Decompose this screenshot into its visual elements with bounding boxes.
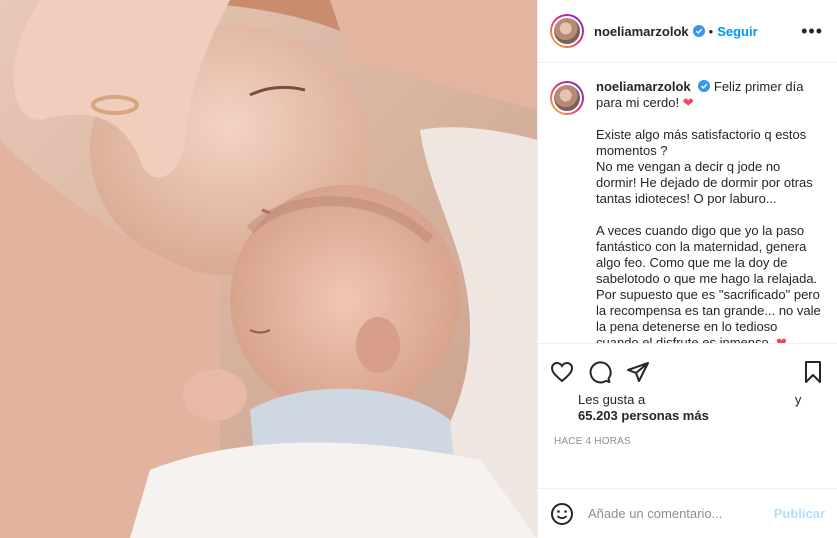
caption-avatar[interactable] [550,81,584,115]
publish-button[interactable]: Publicar [774,506,825,521]
header-username[interactable]: noeliamarzolok [594,24,689,39]
caption-text: noeliamarzolok Feliz primer día para mi … [596,79,823,343]
emoji-icon[interactable] [550,502,574,526]
verified-icon [692,25,705,37]
likes-and: y [794,392,802,407]
caption-paragraph-3-text: A veces cuando digo que yo la paso fantá… [596,223,821,343]
comment-input[interactable] [588,506,774,521]
post-photo-image [0,0,537,538]
heart-icon[interactable] [550,360,574,384]
avatar[interactable] [550,14,584,48]
separator-dot: • [708,23,714,39]
caption-paragraph-2: Existe algo más satisfactorio q estos mo… [596,127,813,206]
likes-count[interactable]: 65.203 personas más [578,408,709,423]
heart-emoji: ❤ [682,95,694,110]
heart-emoji: ❤ [775,335,787,343]
likes-text: Les gusta a 65.203 personas más [578,392,709,424]
comment-icon[interactable] [588,360,612,384]
share-icon[interactable] [626,360,650,384]
likes-prefix: Les gusta a [578,392,646,407]
follow-button[interactable]: Seguir [717,24,757,39]
post-photo[interactable] [0,0,537,538]
comment-bar: Publicar [538,488,837,538]
bookmark-icon[interactable] [801,360,825,384]
verified-icon [698,80,711,92]
caption-username[interactable]: noeliamarzolok [596,79,691,94]
post-header: noeliamarzolok • Seguir ••• [538,0,837,63]
post-actions: Les gusta a 65.203 personas más y Hace 4… [538,343,837,488]
post-timestamp[interactable]: Hace 4 horas [550,436,825,447]
post-side-panel: noeliamarzolok • Seguir ••• noeliamarzol… [537,0,837,538]
caption-paragraph-3: A veces cuando digo que yo la paso fantá… [596,223,823,343]
instagram-post: noeliamarzolok • Seguir ••• noeliamarzol… [0,0,837,538]
likes-summary: Les gusta a 65.203 personas más y [550,392,825,424]
caption-row: noeliamarzolok Feliz primer día para mi … [550,79,823,343]
action-icons [550,352,825,392]
caption-area: noeliamarzolok Feliz primer día para mi … [538,63,837,343]
more-icon[interactable]: ••• [801,22,823,40]
